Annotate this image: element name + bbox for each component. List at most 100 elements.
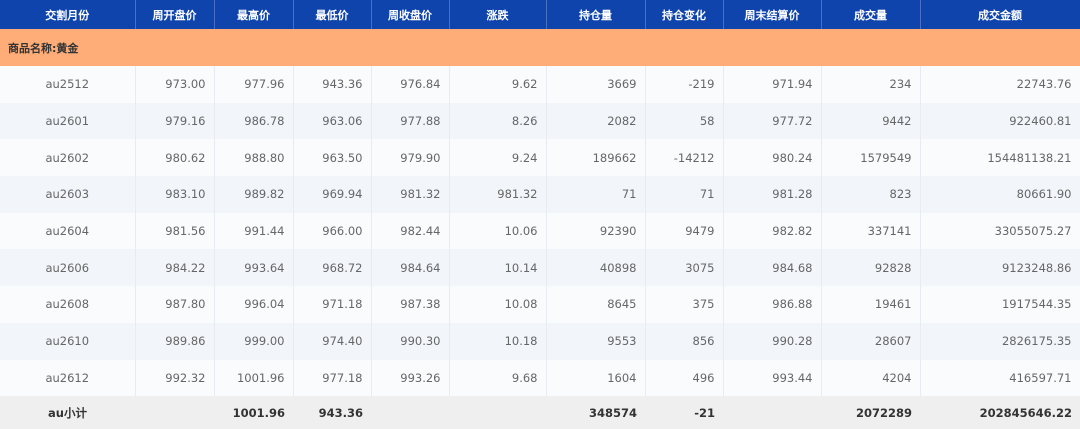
column-header[interactable]: 周收盘价 (371, 0, 450, 29)
column-header[interactable]: 周开盘价 (135, 0, 215, 29)
table-row: au2608 987.80 996.04 971.18 987.38 10.08 8645 3… (0, 286, 1080, 323)
table-cell: 496 (645, 359, 724, 397)
column-header[interactable]: 交割月份 (0, 0, 136, 29)
table-cell: 966.00 (293, 212, 372, 250)
table-row: au2512 973.00 977.96 943.36 976.84 9.62 3669 -2… (0, 66, 1080, 103)
table-cell: 92828 (821, 249, 921, 287)
table-cell: 375 (645, 286, 724, 323)
table-cell: 10.06 (449, 212, 547, 250)
table-cell: 922460.81 (920, 102, 1080, 140)
table-cell: 3075 (645, 249, 724, 287)
group-label: 商品名称:黄金 (0, 29, 1080, 66)
table-cell: 977.88 (371, 102, 450, 140)
table-cell: au2602 (0, 139, 136, 177)
table-cell: 982.44 (371, 212, 450, 250)
table-cell: 9.62 (449, 66, 547, 103)
table-cell: 9.24 (449, 139, 547, 177)
table-cell: 2082 (546, 102, 646, 140)
table-cell: au2512 (0, 66, 136, 103)
table-cell: au2601 (0, 102, 136, 140)
table-cell: 981.32 (449, 176, 547, 213)
table-cell: 981.32 (371, 176, 450, 213)
table-cell: 980.62 (135, 139, 215, 177)
table-cell: 337141 (821, 212, 921, 250)
subtotal-cell (723, 396, 821, 429)
table-cell: 969.94 (293, 176, 372, 213)
table-cell: 92390 (546, 212, 646, 250)
table-row: au2602 980.62 988.80 963.50 979.90 9.24 189662… (0, 139, 1080, 177)
column-header[interactable]: 周末结算价 (723, 0, 822, 29)
subtotal-cell (135, 396, 214, 429)
table-cell: 856 (645, 322, 724, 360)
table-row: au2601 979.16 986.78 963.06 977.88 8.26 2082 58… (0, 102, 1080, 140)
table-cell: 9123248.86 (920, 249, 1080, 287)
table-cell: 977.96 (214, 66, 294, 103)
table-cell: 992.32 (135, 359, 215, 397)
table-cell: 981.56 (135, 212, 215, 250)
table-cell: 973.00 (135, 66, 215, 103)
table-cell: -219 (645, 66, 724, 103)
table-cell: 993.26 (371, 359, 450, 397)
table-cell: 987.80 (135, 286, 215, 323)
table-cell: -14212 (645, 139, 724, 177)
column-header[interactable]: 成交金额 (920, 0, 1080, 29)
table-cell: 40898 (546, 249, 646, 287)
table-row: au2612 992.32 1001.96 977.18 993.26 9.68 1604 4… (0, 359, 1080, 397)
subtotal-cell: 348574 (546, 396, 645, 429)
table-cell: 988.80 (214, 139, 294, 177)
column-header[interactable]: 成交量 (821, 0, 921, 29)
table-cell: 980.24 (723, 139, 822, 177)
table-cell: au2604 (0, 212, 136, 250)
table-cell: 971.18 (293, 286, 372, 323)
table-row: au2604 981.56 991.44 966.00 982.44 10.06 92390… (0, 212, 1080, 250)
column-header[interactable]: 最低价 (293, 0, 372, 29)
table-cell: 990.28 (723, 322, 822, 360)
table-cell: 10.18 (449, 322, 547, 360)
table-cell: 1579549 (821, 139, 921, 177)
subtotal-cell: 202845646.22 (920, 396, 1080, 429)
table-cell: 234 (821, 66, 921, 103)
table-header: 交割月份 周开盘价 最高价 最低价 周收盘价 涨跌 持仓量 持仓变化 周末结算价 成交量 成交金额 (0, 0, 1080, 29)
table-cell: 416597.71 (920, 359, 1080, 397)
column-header[interactable]: 持仓量 (546, 0, 646, 29)
table-cell: 993.64 (214, 249, 294, 287)
table-cell: 9.68 (449, 359, 547, 397)
table-cell: 977.72 (723, 102, 822, 140)
table-cell: 33055075.27 (920, 212, 1080, 250)
table-cell: 1917544.35 (920, 286, 1080, 323)
subtotal-cell (449, 396, 546, 429)
table-cell: 189662 (546, 139, 646, 177)
table-cell: au2603 (0, 176, 136, 213)
subtotal-cell: 943.36 (293, 396, 371, 429)
table-cell: 986.88 (723, 286, 822, 323)
column-header[interactable]: 最高价 (214, 0, 294, 29)
table-cell: 986.78 (214, 102, 294, 140)
table-cell: 984.68 (723, 249, 822, 287)
table-cell: 10.14 (449, 249, 547, 287)
subtotal-cell: -21 (645, 396, 723, 429)
table-cell: 974.40 (293, 322, 372, 360)
table-cell: 19461 (821, 286, 921, 323)
table-cell: 8.26 (449, 102, 547, 140)
table-cell: 71 (546, 176, 646, 213)
table-cell: 1604 (546, 359, 646, 397)
subtotal-row: au小计 1001.96 943.36 348574 -21 2072289 2028456… (0, 396, 1080, 429)
table-cell: 963.06 (293, 102, 372, 140)
group-row: 商品名称:黄金 (0, 29, 1080, 66)
table-row: au2606 984.22 993.64 968.72 984.64 10.14 40898… (0, 249, 1080, 287)
table-cell: au2610 (0, 322, 136, 360)
column-header[interactable]: 持仓变化 (645, 0, 724, 29)
table-cell: 8645 (546, 286, 646, 323)
table-cell: 987.38 (371, 286, 450, 323)
table-cell: 999.00 (214, 322, 294, 360)
table-cell: 983.10 (135, 176, 215, 213)
table-cell: 58 (645, 102, 724, 140)
table-cell: 976.84 (371, 66, 450, 103)
column-header[interactable]: 涨跌 (449, 0, 547, 29)
table-cell: 981.28 (723, 176, 822, 213)
futures-weekly-table: 交割月份 周开盘价 最高价 最低价 周收盘价 涨跌 持仓量 持仓变化 周末结算价 成交量 成交金额 … (0, 0, 1080, 429)
table-cell: 989.82 (214, 176, 294, 213)
subtotal-cell: au小计 (0, 396, 135, 429)
table-cell: 71 (645, 176, 724, 213)
table-cell: 823 (821, 176, 921, 213)
